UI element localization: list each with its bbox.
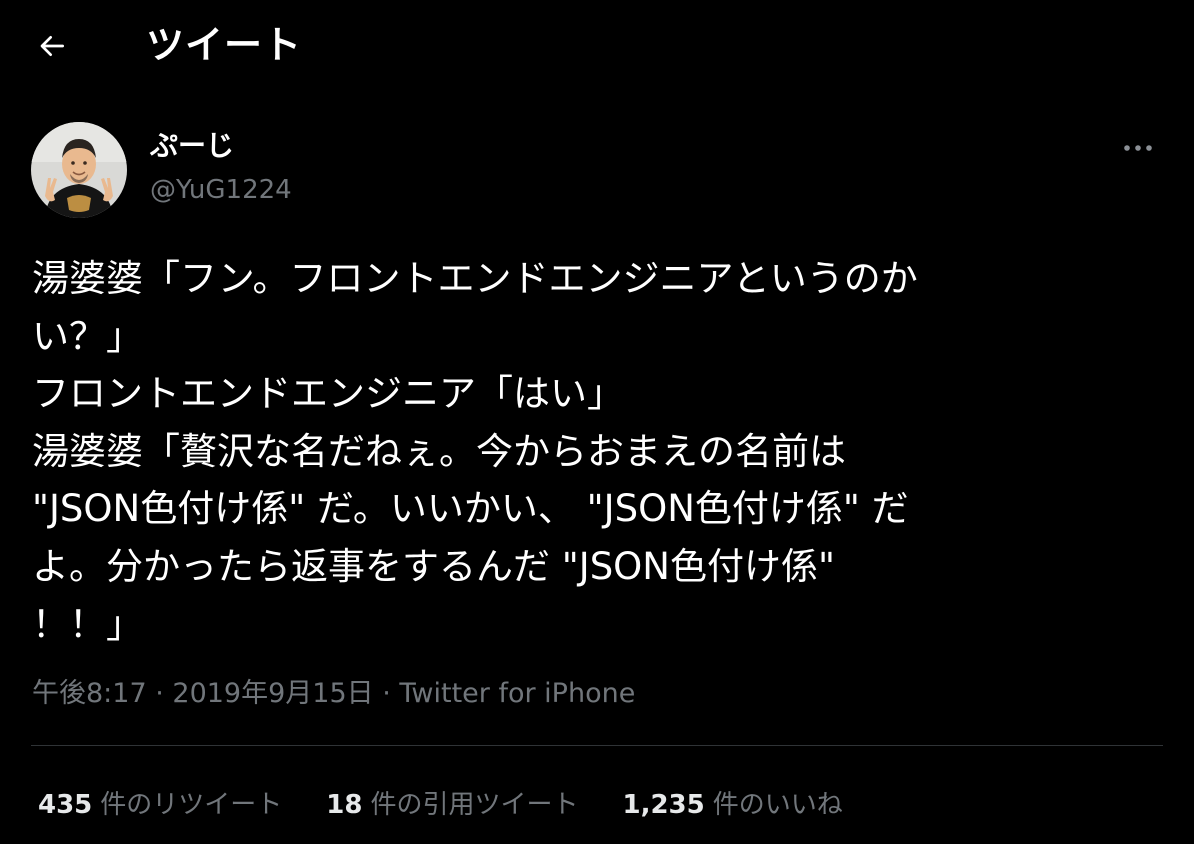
retweets-stat[interactable]: 435 件のリツイート <box>38 784 282 821</box>
page-title: ツイート <box>146 23 303 67</box>
tweet-line: ！！」 <box>32 602 143 646</box>
quotes-label: 件の引用ツイート <box>370 789 579 820</box>
top-bar: ツイート <box>0 0 1194 92</box>
tweet-time[interactable]: 午後8:17 <box>32 678 147 709</box>
tweet-line: 湯婆婆「贅沢な名だねぇ。今からおまえの名前は <box>32 429 846 473</box>
tweet-metadata: 午後8:17 · 2019年9月15日 · Twitter for iPhone <box>32 674 635 714</box>
back-button[interactable] <box>28 24 76 68</box>
quotes-count: 18 <box>326 789 363 820</box>
tweet-date[interactable]: 2019年9月15日 <box>172 678 373 709</box>
avatar-photo <box>31 122 127 218</box>
more-horizontal-icon <box>1124 145 1152 151</box>
tweet-line: フロントエンドエンジニア「はい」 <box>32 372 624 416</box>
arrow-left-icon <box>40 36 64 56</box>
more-options-button[interactable] <box>1120 130 1156 166</box>
avatar[interactable] <box>31 122 127 218</box>
quote-tweets-stat[interactable]: 18 件の引用ツイート <box>326 784 578 821</box>
likes-count: 1,235 <box>622 789 705 820</box>
tweet-line: 湯婆婆「フン。フロントエンドエンジニアというのか <box>32 257 918 300</box>
tweet-source-link[interactable]: Twitter for iPhone <box>399 678 635 709</box>
tweet-line: い？」 <box>32 314 143 358</box>
tweet-text: 湯婆婆「フン。フロントエンドエンジニアというのか い？」 フロントエンドエンジニ… <box>32 250 1162 653</box>
likes-label: 件のいいね <box>712 789 843 820</box>
retweets-count: 435 <box>38 789 93 820</box>
author-display-name[interactable]: ぷーじ <box>150 128 234 164</box>
retweets-label: 件のリツイート <box>100 789 283 820</box>
meta-separator: · <box>146 678 173 709</box>
author-handle[interactable]: @YuG1224 <box>150 173 292 207</box>
tweet-line: "JSON色付け係" だ。いいかい、 "JSON色付け係" だ <box>32 487 909 531</box>
engagement-stats: 435 件のリツイート 18 件の引用ツイート 1,235 件のいいね <box>38 780 843 824</box>
divider <box>31 745 1163 746</box>
likes-stat[interactable]: 1,235 件のいいね <box>623 784 843 821</box>
tweet-line: よ。分かったら返事をするんだ "JSON色付け係" <box>32 544 835 588</box>
meta-separator: · <box>373 678 400 709</box>
